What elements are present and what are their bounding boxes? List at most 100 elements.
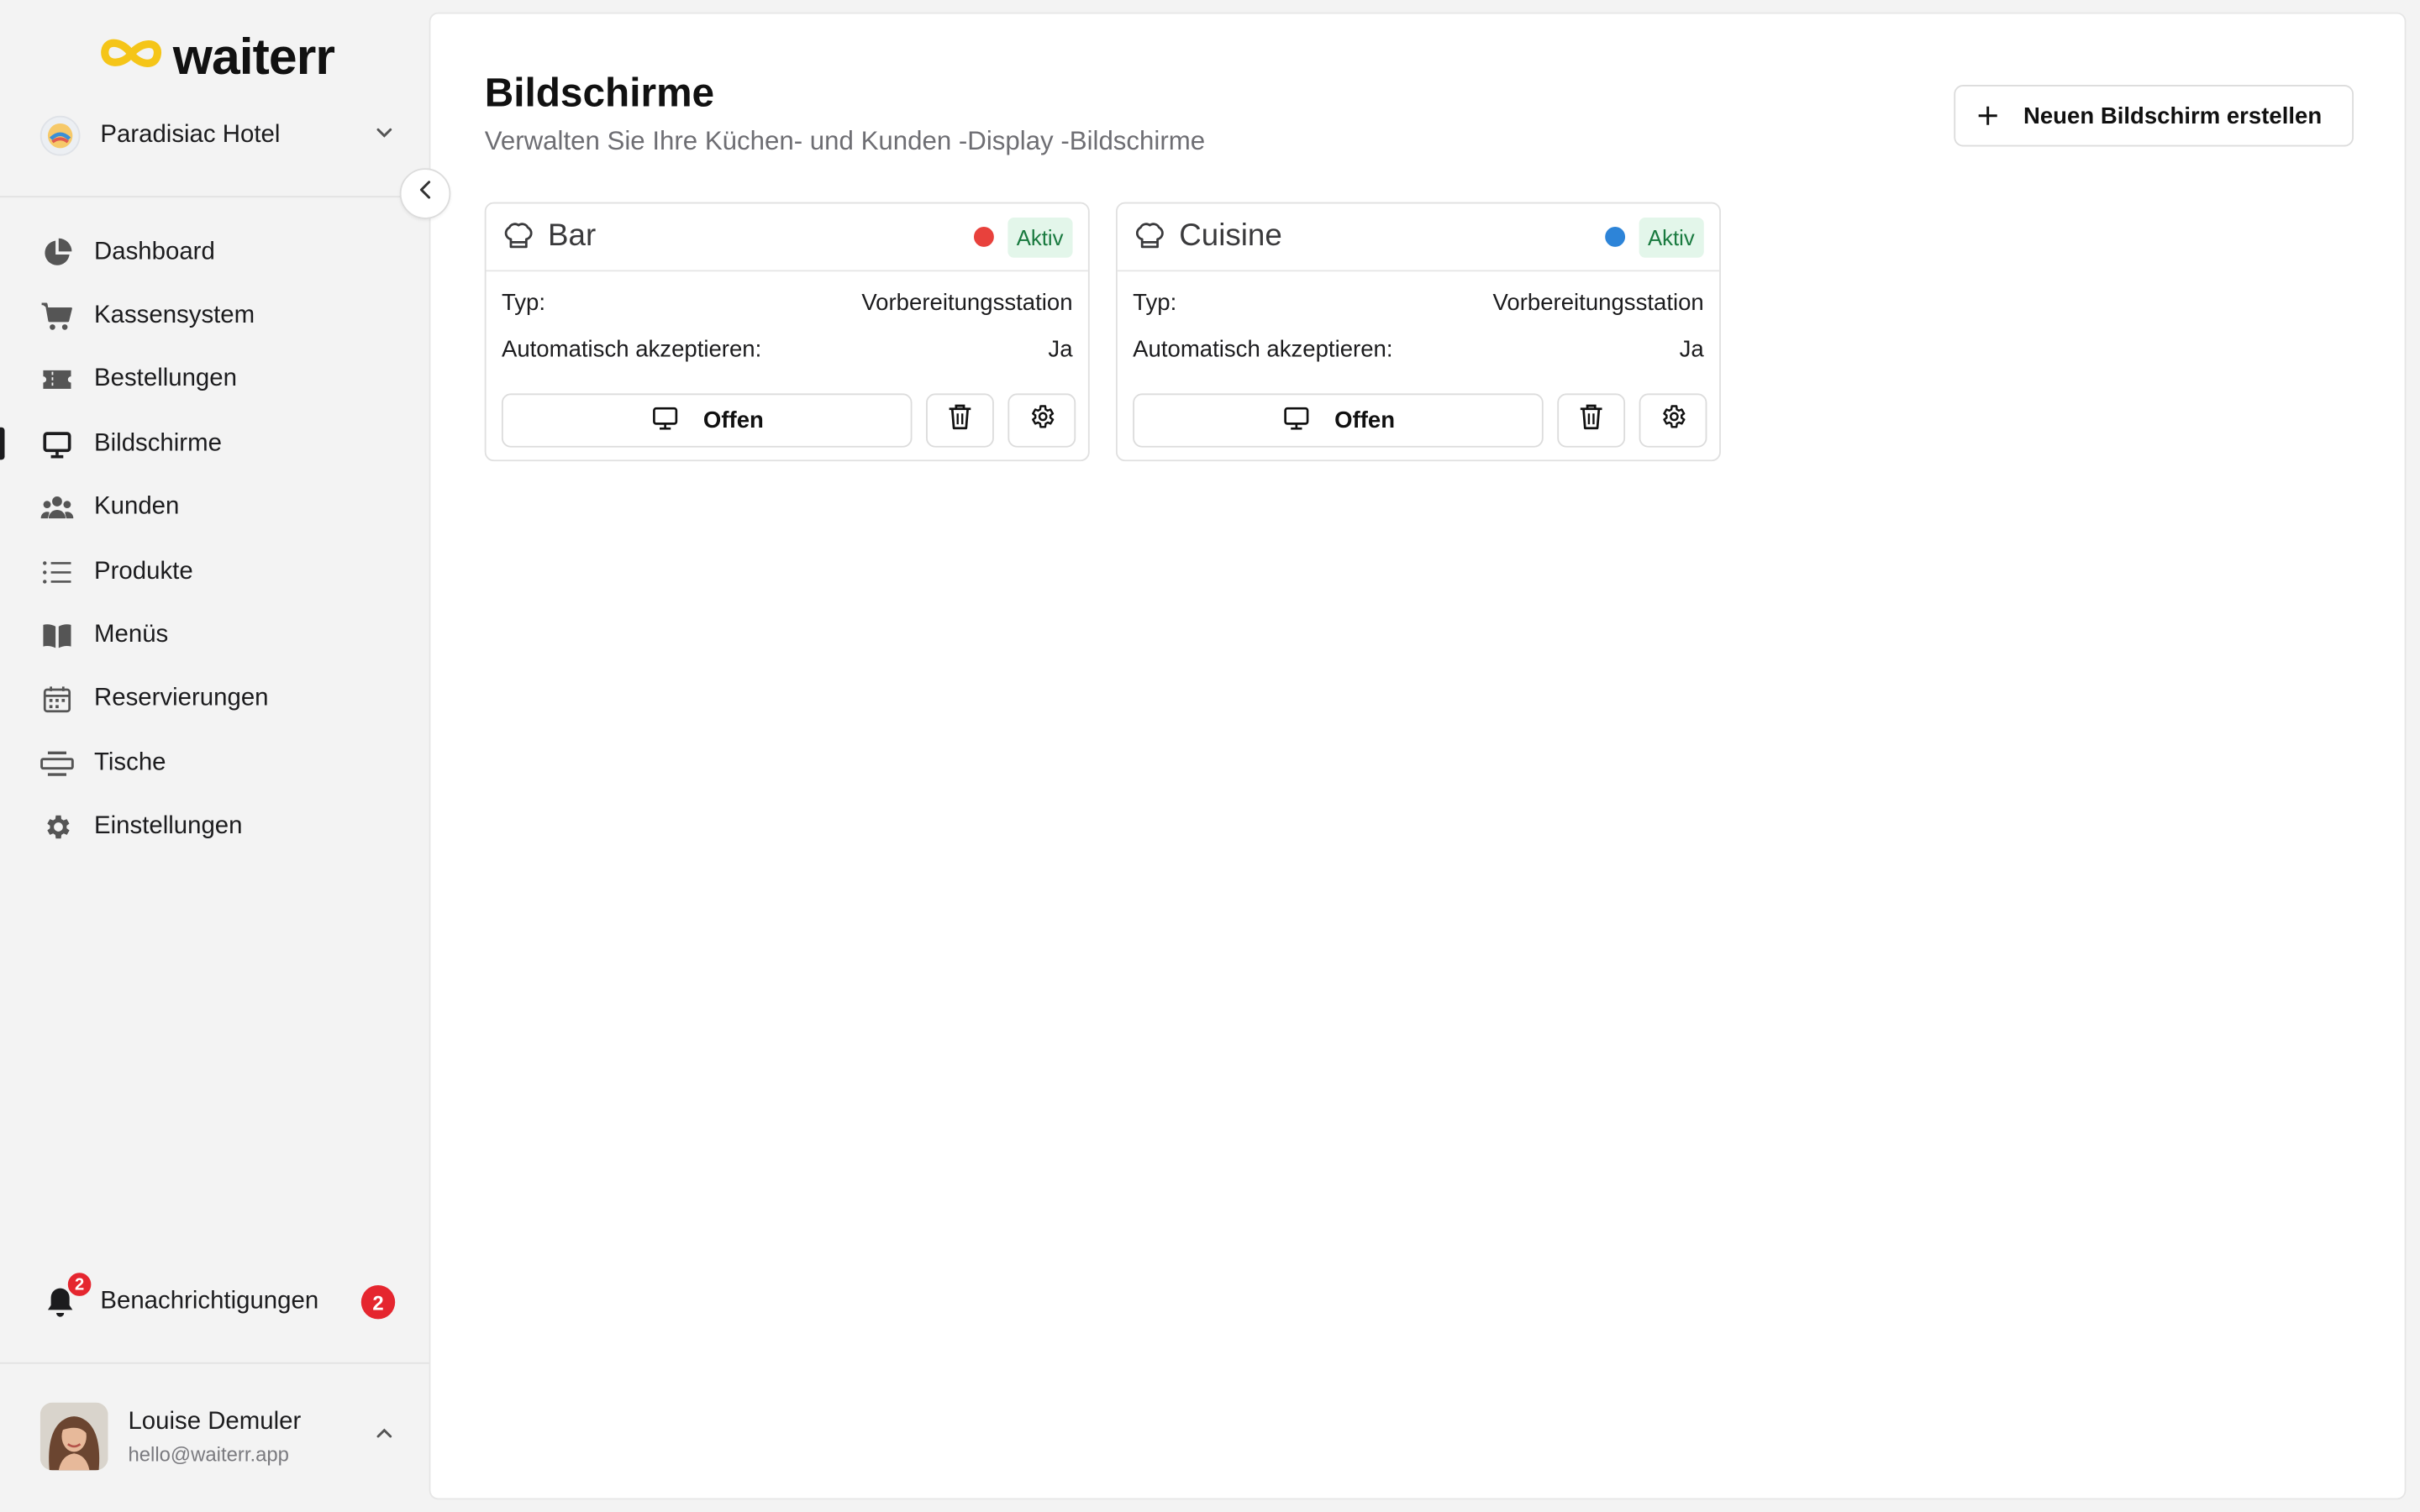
screen-card: Bar Aktiv Typ: Vorbereitungsstation Auto… (484, 202, 1090, 462)
chef-hat-icon (502, 220, 535, 254)
gear-icon (1028, 402, 1055, 438)
sidebar-divider (0, 1362, 429, 1364)
bell-badge: 2 (66, 1271, 93, 1298)
user-info: Louise Demuler hello@waiterr.app (128, 1408, 373, 1465)
sidebar-nav: Dashboard Kassensystem Bestellungen Bild… (0, 221, 429, 859)
page-title: Bildschirme (484, 69, 715, 116)
sidebar-item-kassensystem[interactable]: Kassensystem (0, 285, 429, 349)
hotel-logo-icon (39, 115, 81, 156)
screen-type-row: Typ: Vorbereitungsstation (502, 290, 1073, 321)
screen-card-actions: Offen (501, 393, 1076, 448)
sidebar-item-bildschirme[interactable]: Bildschirme (0, 412, 429, 476)
screen-type-label: Typ: (501, 290, 546, 317)
screen-name: Cuisine (1179, 218, 1282, 254)
delete-screen-button[interactable] (926, 393, 995, 448)
screen-settings-button[interactable] (1639, 393, 1707, 448)
auto-accept-label: Automatisch akzeptieren: (1133, 336, 1393, 363)
infinity-logo-icon (99, 30, 164, 84)
screen-type-label: Typ: (1133, 290, 1177, 317)
screen-card-header: Cuisine Aktiv (1117, 203, 1720, 272)
trash-icon (948, 402, 972, 438)
open-screen-label: Offen (1334, 407, 1396, 434)
monitor-icon (650, 403, 678, 437)
pie-chart-icon (40, 235, 74, 269)
open-screen-button[interactable]: Offen (1133, 393, 1544, 448)
calendar-icon (40, 683, 74, 717)
sidebar-item-einstellungen[interactable]: Einstellungen (0, 795, 429, 859)
sidebar-item-label: Bestellungen (94, 366, 237, 393)
chevron-left-icon (414, 179, 436, 208)
delete-screen-button[interactable] (1558, 393, 1626, 448)
sidebar-item-menus[interactable]: Menüs (0, 604, 429, 668)
plus-icon (1977, 105, 1999, 127)
sidebar-item-label: Bildschirme (94, 430, 222, 457)
table-icon (40, 747, 74, 780)
sidebar-item-label: Dashboard (94, 239, 215, 265)
sidebar-item-label: Menüs (94, 622, 169, 648)
sidebar-item-label: Tische (94, 749, 166, 776)
sidebar-item-bestellungen[interactable]: Bestellungen (0, 349, 429, 412)
monitor-icon (40, 428, 74, 461)
sidebar-item-label: Produkte (94, 558, 193, 585)
notifications-item[interactable]: 2 Benachrichtigungen 2 (40, 1271, 396, 1327)
screen-card: Cuisine Aktiv Typ: Vorbereitungsstation … (1115, 202, 1721, 462)
avatar (39, 1402, 108, 1471)
sidebar-item-dashboard[interactable]: Dashboard (0, 221, 429, 285)
screen-card-actions: Offen (1133, 393, 1707, 448)
logo[interactable]: waiterr (99, 28, 335, 87)
auto-accept-value: Ja (1679, 336, 1704, 363)
sidebar-item-tische[interactable]: Tische (0, 732, 429, 795)
collapse-sidebar-button[interactable] (399, 168, 451, 219)
hotel-name: Paradisiac Hotel (100, 122, 281, 149)
status-badge: Aktiv (1638, 217, 1704, 257)
auto-accept-label: Automatisch akzeptieren: (501, 336, 762, 363)
users-icon (40, 491, 74, 525)
sidebar-item-kunden[interactable]: Kunden (0, 476, 429, 540)
cart-icon (40, 299, 74, 333)
screen-settings-button[interactable] (1007, 393, 1076, 448)
page-subtitle: Verwalten Sie Ihre Küchen- und Kunden -D… (484, 126, 1206, 156)
sidebar-divider (0, 196, 429, 198)
user-email: hello@waiterr.app (128, 1441, 289, 1465)
gear-icon (1660, 402, 1687, 438)
chef-hat-icon (1133, 220, 1166, 254)
user-menu[interactable]: Louise Demuler hello@waiterr.app (39, 1401, 395, 1472)
screen-name: Bar (548, 218, 597, 254)
sidebar-item-label: Einstellungen (94, 813, 243, 840)
sidebar: waiterr Paradisiac Hotel Dashboard Kasse… (0, 0, 429, 1512)
chevron-up-icon (373, 1422, 395, 1452)
app-root: waiterr Paradisiac Hotel Dashboard Kasse… (0, 0, 2420, 1512)
status-dot (1604, 227, 1625, 247)
notifications-count-badge: 2 (360, 1285, 396, 1320)
trash-icon (1580, 402, 1604, 438)
status-dot (973, 227, 994, 247)
sidebar-item-reservierungen[interactable]: Reservierungen (0, 668, 429, 732)
open-screen-button[interactable]: Offen (501, 393, 913, 448)
main-content: Bildschirme Verwalten Sie Ihre Küchen- u… (429, 12, 2407, 1500)
screen-type-value: Vorbereitungsstation (861, 290, 1073, 317)
list-icon (40, 555, 74, 589)
user-name: Louise Demuler (128, 1408, 302, 1435)
monitor-icon (1282, 403, 1310, 437)
screen-card-header: Bar Aktiv (486, 203, 1088, 272)
auto-accept-row: Automatisch akzeptieren: Ja (1133, 336, 1704, 367)
ticket-icon (40, 363, 74, 396)
open-screen-label: Offen (702, 407, 764, 434)
create-screen-label: Neuen Bildschirm erstellen (2023, 102, 2323, 129)
sidebar-item-label: Kunden (94, 494, 180, 521)
status-badge: Aktiv (1007, 217, 1073, 257)
screen-type-value: Vorbereitungsstation (1492, 290, 1704, 317)
sidebar-item-label: Kassensystem (94, 302, 255, 329)
sidebar-item-label: Reservierungen (94, 685, 269, 712)
auto-accept-row: Automatisch akzeptieren: Ja (502, 336, 1073, 367)
bell-icon: 2 (40, 1271, 93, 1322)
auto-accept-value: Ja (1048, 336, 1073, 363)
book-icon (40, 619, 74, 653)
screen-type-row: Typ: Vorbereitungsstation (1133, 290, 1704, 321)
notifications-label: Benachrichtigungen (100, 1288, 319, 1315)
sidebar-item-produkte[interactable]: Produkte (0, 540, 429, 604)
gear-icon (40, 811, 74, 844)
chevron-down-icon (373, 121, 395, 150)
create-screen-button[interactable]: Neuen Bildschirm erstellen (1954, 85, 2354, 147)
hotel-switcher[interactable]: Paradisiac Hotel (39, 111, 395, 160)
